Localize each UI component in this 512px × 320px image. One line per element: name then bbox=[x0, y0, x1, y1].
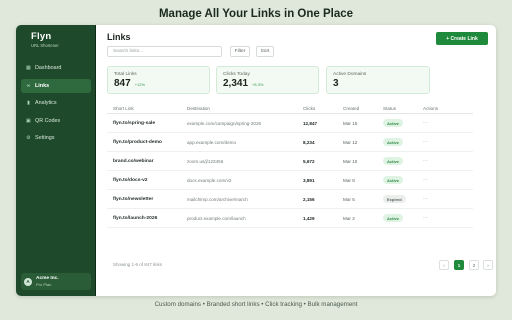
link-icon: ∞ bbox=[26, 82, 31, 89]
stat-card-total-links: Total Links 847 +12% bbox=[107, 66, 210, 94]
table-header: Short Link Destination Clicks Created St… bbox=[107, 104, 473, 114]
click-count: 12,847 bbox=[303, 120, 318, 126]
sidebar-item-dashboard[interactable]: ▦ Dashboard bbox=[21, 61, 91, 75]
destination-url: example.com/campaign/spring-2026 bbox=[187, 120, 262, 126]
created-date: Mar 10 bbox=[343, 158, 358, 164]
stat-label: Clicks Today bbox=[223, 72, 250, 77]
stat-delta: +8.3% bbox=[252, 82, 264, 87]
table-row[interactable]: flyn.to/docs-v2 docs.example.com/v2 3,89… bbox=[107, 171, 473, 190]
sidebar-nav: ▦ Dashboard ∞ Links ▮ Analytics ▣ QR Cod… bbox=[21, 61, 91, 149]
short-link[interactable]: brand.co/webinar bbox=[107, 159, 187, 164]
dashboard-icon: ▦ bbox=[26, 65, 31, 71]
org-plan: Pro Plan bbox=[36, 282, 52, 287]
sidebar-item-links[interactable]: ∞ Links bbox=[21, 78, 91, 93]
stat-value: 2,341 bbox=[223, 78, 249, 89]
table-row[interactable]: flyn.to/product-demo app.example.com/dem… bbox=[107, 133, 473, 152]
sort-button[interactable]: Sort bbox=[256, 46, 274, 57]
filter-button[interactable]: Filter bbox=[230, 46, 250, 57]
footer-features: Custom domains • Branded short links • C… bbox=[154, 301, 358, 308]
click-count: 8,234 bbox=[303, 139, 315, 145]
row-actions-button[interactable]: ··· bbox=[423, 120, 473, 126]
column-header-destination[interactable]: Destination bbox=[187, 106, 303, 111]
status-badge: Active bbox=[383, 119, 404, 127]
sidebar-item-settings[interactable]: ⚙ Settings bbox=[21, 131, 91, 145]
click-count: 5,672 bbox=[303, 158, 315, 164]
sidebar-item-label: Analytics bbox=[35, 100, 57, 106]
prev-page-button[interactable]: ‹ bbox=[439, 260, 449, 270]
analytics-icon: ▮ bbox=[27, 100, 30, 106]
column-header-created[interactable]: Created bbox=[343, 106, 383, 111]
status-badge: Active bbox=[383, 176, 404, 184]
brand: Flyn URL Shortener bbox=[31, 31, 59, 48]
created-date: Mar 2 bbox=[343, 215, 355, 221]
column-header-clicks[interactable]: Clicks bbox=[303, 106, 343, 111]
brand-name: Flyn bbox=[31, 31, 52, 42]
short-link[interactable]: flyn.to/newsletter bbox=[107, 197, 187, 202]
table-row[interactable]: flyn.to/spring-sale example.com/campaign… bbox=[107, 114, 473, 133]
avatar: A bbox=[24, 277, 32, 286]
status-badge: Expired bbox=[383, 195, 406, 203]
page-title: Links bbox=[107, 32, 131, 42]
destination-url: mailchimp.com/archive/march bbox=[187, 196, 248, 202]
app-window: Flyn URL Shortener ▦ Dashboard ∞ Links ▮… bbox=[16, 25, 496, 296]
column-header-actions: Actions bbox=[423, 106, 439, 111]
main-content: Links + Create Link Search links... Filt… bbox=[96, 25, 496, 296]
sidebar-item-analytics[interactable]: ▮ Analytics bbox=[21, 96, 91, 110]
stat-label: Total Links bbox=[114, 72, 137, 77]
short-link[interactable]: flyn.to/launch-2026 bbox=[107, 216, 187, 221]
status-badge: Active bbox=[383, 214, 404, 222]
table-row[interactable]: flyn.to/newsletter mailchimp.com/archive… bbox=[107, 190, 473, 209]
created-date: Mar 12 bbox=[343, 139, 358, 145]
click-count: 1,429 bbox=[303, 215, 315, 221]
sidebar-item-label: Links bbox=[35, 82, 50, 89]
table-row[interactable]: flyn.to/launch-2026 product.example.com/… bbox=[107, 209, 473, 228]
destination-url: app.example.com/demo bbox=[187, 139, 237, 145]
qr-code-icon: ▣ bbox=[26, 117, 31, 124]
brand-tagline: URL Shortener bbox=[31, 43, 59, 48]
search-input[interactable]: Search links... bbox=[107, 46, 222, 57]
stat-card-clicks-today: Clicks Today 2,341 +8.3% bbox=[216, 66, 319, 94]
destination-url: docs.example.com/v2 bbox=[187, 177, 232, 183]
stat-value: 847 bbox=[114, 78, 131, 89]
status-badge: Active bbox=[383, 157, 404, 165]
row-actions-button[interactable]: ··· bbox=[423, 196, 473, 202]
headline: Manage All Your Links in One Place bbox=[158, 8, 354, 20]
page-1-button[interactable]: 1 bbox=[454, 260, 464, 270]
sidebar: Flyn URL Shortener ▦ Dashboard ∞ Links ▮… bbox=[16, 25, 96, 296]
org-switcher[interactable]: A Acme Inc. Pro Plan bbox=[21, 273, 91, 290]
stat-value: 3 bbox=[333, 78, 339, 89]
row-actions-button[interactable]: ··· bbox=[423, 177, 473, 183]
destination-url: product.example.com/launch bbox=[187, 215, 246, 221]
gear-icon: ⚙ bbox=[26, 135, 31, 141]
short-link[interactable]: flyn.to/product-demo bbox=[107, 140, 187, 145]
row-actions-button[interactable]: ··· bbox=[423, 215, 473, 221]
short-link[interactable]: flyn.to/docs-v2 bbox=[107, 178, 187, 183]
destination-url: zoom.us/j/123456 bbox=[187, 158, 224, 164]
row-actions-button[interactable]: ··· bbox=[423, 158, 473, 164]
short-link[interactable]: flyn.to/spring-sale bbox=[107, 121, 187, 126]
stat-label: Active Domains bbox=[333, 72, 367, 77]
org-name: Acme Inc. bbox=[36, 276, 59, 281]
next-page-button[interactable]: › bbox=[483, 260, 493, 270]
sidebar-item-qr-codes[interactable]: ▣ QR Codes bbox=[21, 114, 91, 128]
created-date: Mar 5 bbox=[343, 196, 355, 202]
click-count: 2,156 bbox=[303, 196, 315, 202]
status-badge: Active bbox=[383, 138, 404, 146]
links-table: Short Link Destination Clicks Created St… bbox=[107, 104, 473, 228]
sidebar-item-label: Dashboard bbox=[35, 65, 62, 71]
create-link-button[interactable]: + Create Link bbox=[436, 32, 488, 45]
stat-delta: +12% bbox=[134, 82, 146, 87]
sidebar-item-label: Settings bbox=[35, 135, 55, 141]
pagination-summary: Showing 1-6 of 847 links bbox=[113, 262, 163, 267]
created-date: Mar 15 bbox=[343, 120, 358, 126]
table-row[interactable]: brand.co/webinar zoom.us/j/123456 5,672 … bbox=[107, 152, 473, 171]
row-actions-button[interactable]: ··· bbox=[423, 139, 473, 145]
page-2-button[interactable]: 2 bbox=[469, 260, 479, 270]
click-count: 3,891 bbox=[303, 177, 315, 183]
sidebar-item-label: QR Codes bbox=[35, 117, 61, 124]
column-header-status[interactable]: Status bbox=[383, 106, 423, 111]
stat-card-active-domains: Active Domains 3 bbox=[326, 66, 430, 94]
created-date: Mar 8 bbox=[343, 177, 355, 183]
column-header-short-link[interactable]: Short Link bbox=[107, 106, 187, 111]
